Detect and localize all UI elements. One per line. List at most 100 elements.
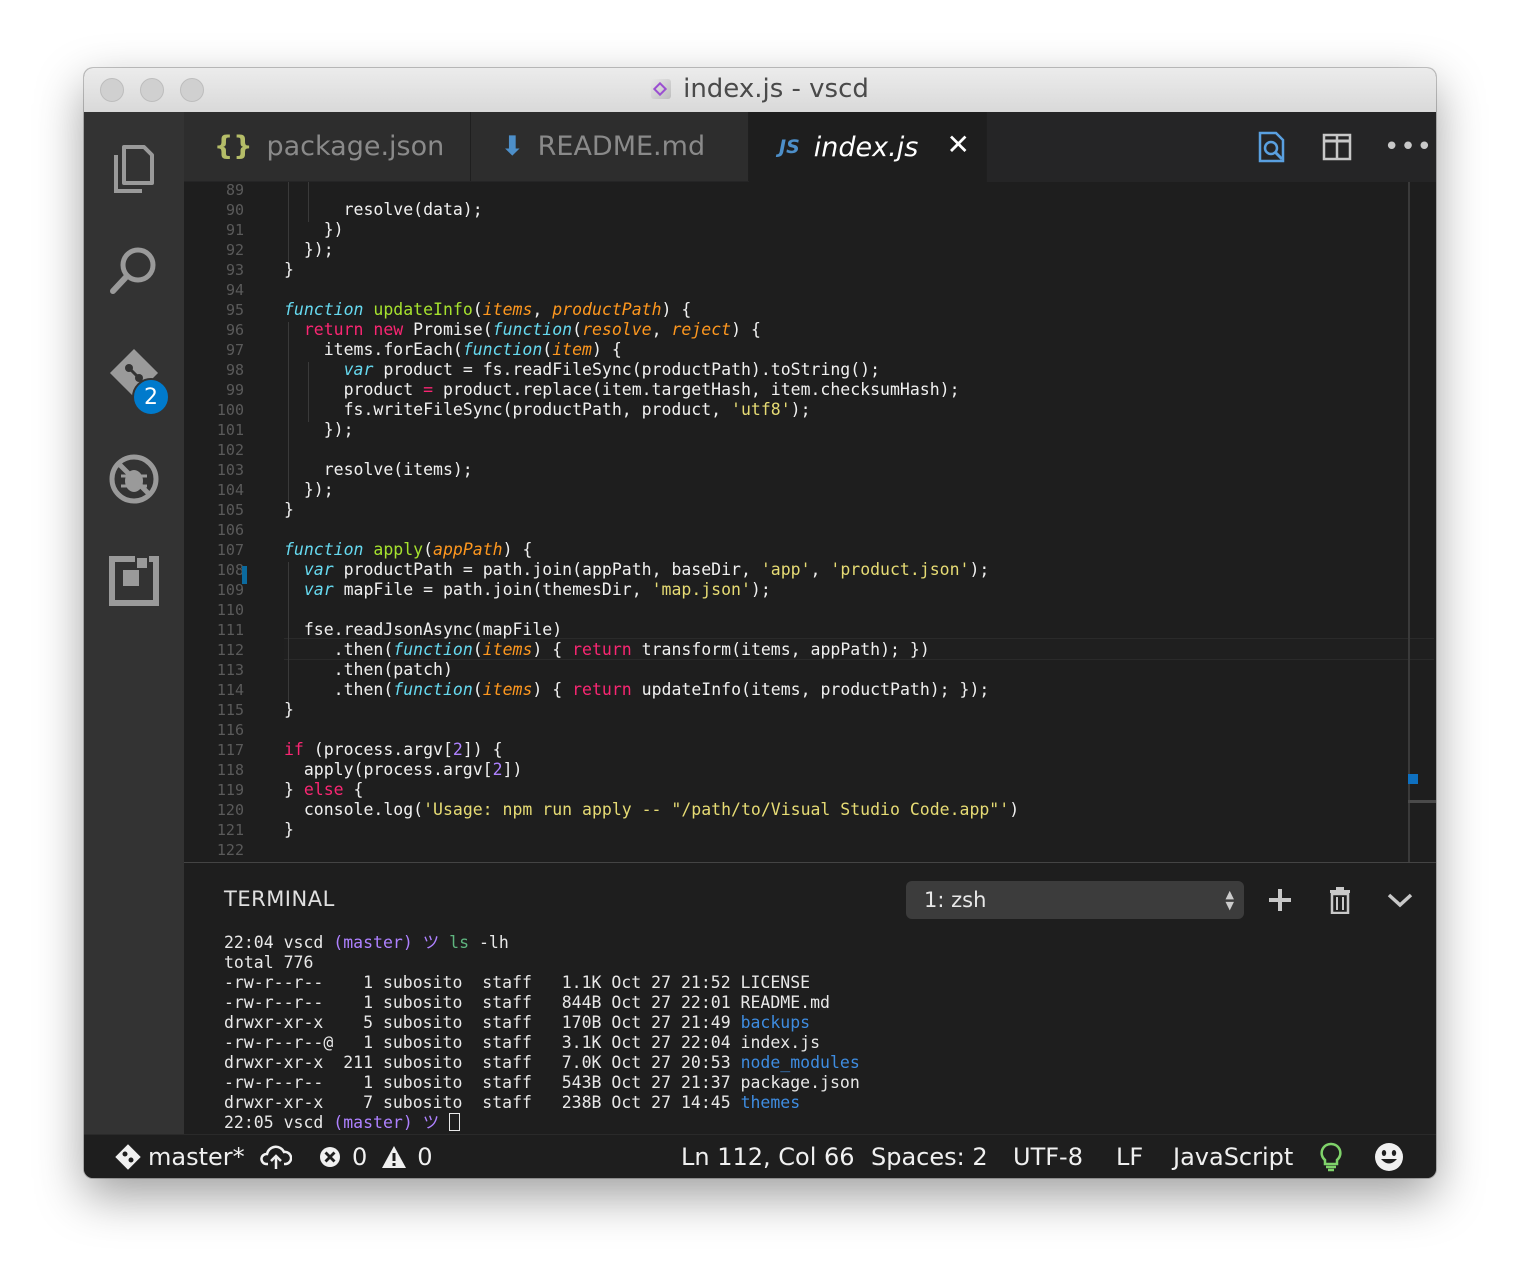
end-of-line[interactable]: LF xyxy=(1116,1135,1143,1178)
code-token: product.replace(item.targetHash, item.ch… xyxy=(433,380,960,399)
code-editor[interactable]: 89 90 91 92 93 94 95 96 97 98 99 100 101 102 103 104 105… xyxy=(184,182,1436,862)
files-icon xyxy=(114,145,154,193)
code-token: .then( xyxy=(284,640,394,659)
code-token: product = fs.readFileSync(productPath).t… xyxy=(373,360,881,379)
code-token: items xyxy=(482,680,533,699)
code-token: .then( xyxy=(284,680,394,699)
smiley-icon xyxy=(1375,1143,1403,1171)
line-number: 107 xyxy=(216,541,244,559)
kill-terminal-button[interactable] xyxy=(1322,881,1358,919)
open-preview-button[interactable] xyxy=(1256,112,1288,181)
debug-button[interactable] xyxy=(84,434,184,524)
language-mode[interactable]: JavaScript xyxy=(1173,1135,1293,1178)
code-token: updateInfo xyxy=(373,300,473,319)
activity-bar: 2 xyxy=(84,112,184,1134)
code-token: { xyxy=(343,780,364,799)
code-line: product = product.replace(item.targetHas… xyxy=(284,380,960,400)
code-token: } xyxy=(284,780,304,799)
line-number: 121 xyxy=(216,821,244,839)
branch-indicator[interactable]: master* xyxy=(114,1135,245,1178)
new-terminal-button[interactable] xyxy=(1262,881,1298,919)
lightbulb-button[interactable] xyxy=(1320,1135,1342,1178)
sync-button[interactable] xyxy=(260,1135,292,1178)
vertical-scrollbar[interactable] xyxy=(1408,182,1410,862)
code-token: apply(process.argv[ xyxy=(284,760,493,779)
more-actions-icon[interactable]: ••• xyxy=(1384,112,1433,181)
line-number: 100 xyxy=(216,401,244,419)
terminal-token: 22:05 vscd xyxy=(224,1113,334,1132)
code-line: apply(process.argv[2]) xyxy=(284,760,523,780)
code-token: 'Usage: npm run apply -- "/path/to/Visua… xyxy=(423,800,1010,819)
code-line: var productPath = path.join(appPath, bas… xyxy=(284,560,989,580)
line-number: 113 xyxy=(216,661,244,679)
problems-indicator[interactable]: 0 0 xyxy=(318,1135,433,1178)
code-token: ( xyxy=(472,680,483,699)
code-line: } xyxy=(284,820,294,840)
code-token: mapFile = path.join(themesDir, xyxy=(333,580,652,599)
code-line: function updateInfo(items, productPath) … xyxy=(284,300,691,320)
code-line: } xyxy=(284,260,294,280)
vscode-file-icon xyxy=(651,79,672,99)
code-token: ]) { xyxy=(462,740,503,759)
terminal-select[interactable]: 1: zsh ▲ ▼ xyxy=(906,881,1244,919)
code-token: ]) xyxy=(502,760,523,779)
line-number: 96 xyxy=(225,321,244,339)
code-token: }); xyxy=(284,480,334,499)
code-token: resolve(items); xyxy=(284,460,473,479)
code-token: productPath xyxy=(552,300,662,319)
terminal-line: 22:04 vscd (master) ツ ls -lh xyxy=(224,933,860,953)
tab-label: package.json xyxy=(266,131,445,162)
lightbulb-icon xyxy=(1320,1142,1342,1172)
explorer-button[interactable] xyxy=(84,124,184,214)
chevron-down-icon xyxy=(1387,893,1413,908)
code-line: } else { xyxy=(284,780,364,800)
code-token: function xyxy=(462,340,543,359)
code-line: items.forEach(function(item) { xyxy=(284,340,622,360)
scrollbar-thumb[interactable] xyxy=(1408,800,1436,803)
extensions-button[interactable] xyxy=(84,536,184,626)
code-token: ) { xyxy=(661,300,692,319)
collapse-panel-button[interactable] xyxy=(1382,881,1418,919)
terminal-token: ls xyxy=(449,933,470,952)
panel-title[interactable]: TERMINAL xyxy=(224,887,335,911)
branch-name: master* xyxy=(148,1143,245,1171)
terminal-token: themes xyxy=(740,1093,801,1112)
tab-package-json[interactable]: {} package.json xyxy=(184,112,471,181)
encoding[interactable]: UTF-8 xyxy=(1013,1135,1083,1178)
feedback-button[interactable] xyxy=(1374,1135,1404,1178)
tab-index-js[interactable]: JS index.js ✕ xyxy=(749,112,987,182)
code-token: console.log( xyxy=(284,800,424,819)
code-token: fs.writeFileSync(productPath, product, xyxy=(284,400,732,419)
search-icon xyxy=(110,247,156,294)
line-number: 108 xyxy=(216,561,244,579)
code-token: var xyxy=(343,360,374,379)
code-line: console.log('Usage: npm run apply -- "/p… xyxy=(284,800,1019,820)
line-number: 91 xyxy=(225,221,244,239)
code-token: ( xyxy=(472,300,483,319)
terminal-token: -rw-r--r-- 1 subosito staff 1.1K Oct 27 … xyxy=(224,973,811,992)
code-token: apply xyxy=(373,540,424,559)
indentation[interactable]: Spaces: 2 xyxy=(871,1135,988,1178)
code-token: if xyxy=(284,740,304,759)
terminal-line: drwxr-xr-x 5 subosito staff 170B Oct 27 … xyxy=(224,1013,860,1033)
code-line: var mapFile = path.join(themesDir, 'map.… xyxy=(284,580,771,600)
code-token: , xyxy=(532,300,553,319)
line-number: 122 xyxy=(216,841,244,859)
tab-readme-md[interactable]: ⬇ README.md xyxy=(471,112,749,181)
code-token: ) { xyxy=(731,320,761,339)
split-editor-button[interactable] xyxy=(1322,112,1352,181)
line-number: 115 xyxy=(216,701,244,719)
code-token: 'utf8' xyxy=(731,400,791,419)
cursor-position[interactable]: Ln 112, Col 66 xyxy=(681,1135,855,1178)
terminal-output[interactable]: 22:04 vscd (master) ツ ls -lh total 776 -rw… xyxy=(224,933,860,1133)
terminal-line: -rw-r--r-- 1 subosito staff 543B Oct 27 … xyxy=(224,1073,860,1093)
tab-label: README.md xyxy=(537,131,706,162)
close-tab-icon[interactable]: ✕ xyxy=(947,130,970,160)
line-number: 114 xyxy=(216,681,244,699)
code-line: } xyxy=(284,700,294,720)
search-button[interactable] xyxy=(84,226,184,316)
code-token: function xyxy=(393,680,473,699)
